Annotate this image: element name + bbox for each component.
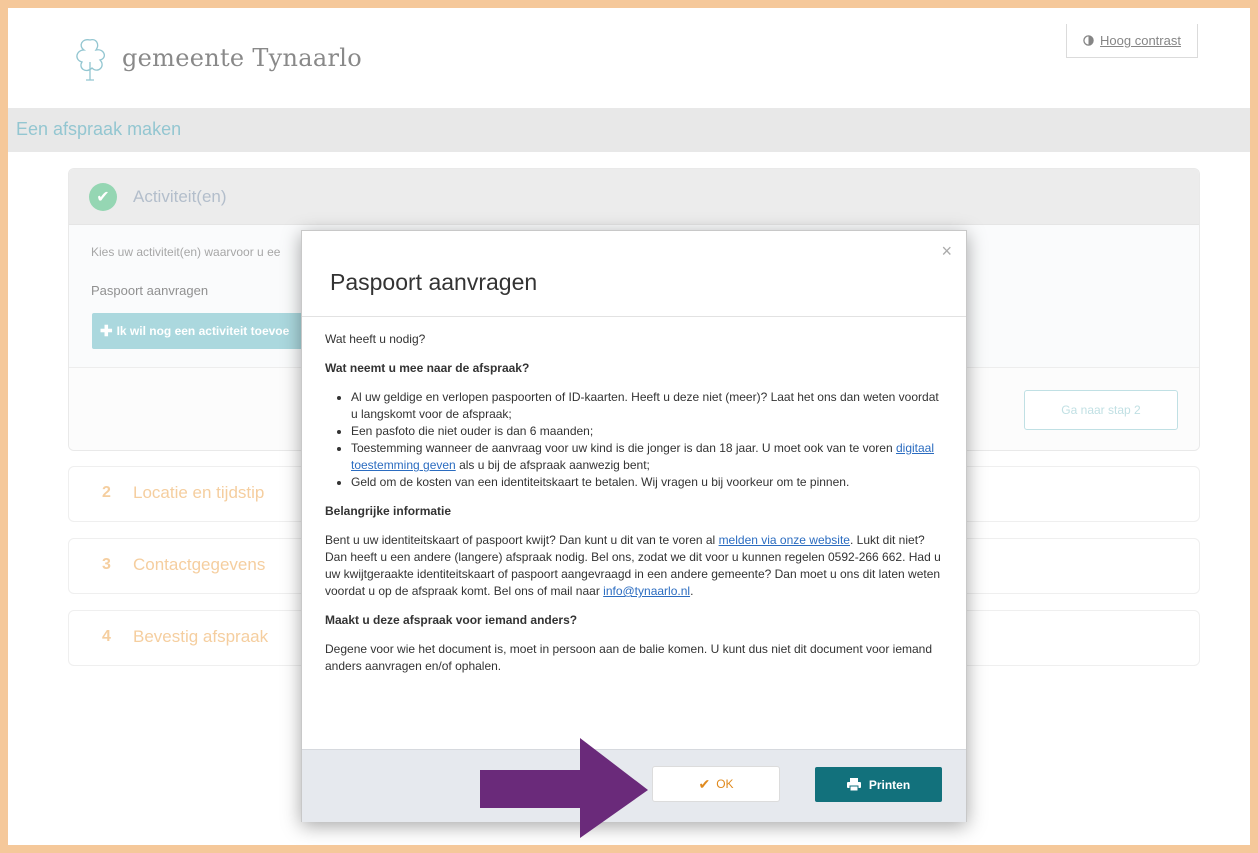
info-text: . [690, 584, 694, 598]
modal-question: Wat heeft u nodig? [325, 332, 426, 346]
print-button[interactable]: Printen [815, 767, 942, 802]
report-website-link[interactable]: melden via onze website [719, 533, 850, 547]
list-item: Een pasfoto die niet ouder is dan 6 maan… [351, 423, 945, 440]
list-item: Al uw geldige en verlopen paspoorten of … [351, 389, 945, 423]
modal-divider [302, 316, 966, 317]
passport-modal: × Paspoort aanvragen Wat heeft u nodig? … [301, 230, 967, 822]
print-label: Printen [868, 777, 911, 792]
list-item: Toestemming wanneer de aanvraag voor uw … [351, 440, 945, 474]
info-text: Bent u uw identiteitskaart of paspoort k… [325, 533, 719, 547]
bring-list: Al uw geldige en verlopen paspoorten of … [325, 389, 945, 491]
section-heading-info: Belangrijke informatie [325, 504, 452, 518]
list-item-text: als u bij de afspraak aanwezig bent; [455, 458, 650, 472]
email-link[interactable]: info@tynaarlo.nl [603, 584, 690, 598]
section-heading-other: Maakt u deze afspraak voor iemand anders… [325, 613, 578, 627]
annotation-arrow-icon [480, 738, 648, 838]
ok-label: OK [716, 777, 734, 791]
section-heading-bring: Wat neemt u mee naar de afspraak? [325, 361, 530, 375]
list-item-text: Toestemming wanneer de aanvraag voor uw … [351, 441, 896, 455]
list-item: Geld om de kosten van een identiteitskaa… [351, 474, 945, 491]
info-paragraph: Bent u uw identiteitskaart of paspoort k… [325, 532, 945, 600]
printer-icon [846, 778, 861, 791]
other-paragraph: Degene voor wie het document is, moet in… [325, 642, 933, 673]
check-icon: ✔ [698, 775, 711, 792]
close-icon[interactable]: × [941, 241, 952, 262]
modal-title: Paspoort aanvragen [330, 269, 538, 295]
ok-button[interactable]: ✔ OK [652, 766, 780, 802]
page-frame: gemeente Tynaarlo Hoog contrast Een afsp… [8, 8, 1250, 845]
modal-body: Wat heeft u nodig? Wat neemt u mee naar … [325, 331, 945, 675]
